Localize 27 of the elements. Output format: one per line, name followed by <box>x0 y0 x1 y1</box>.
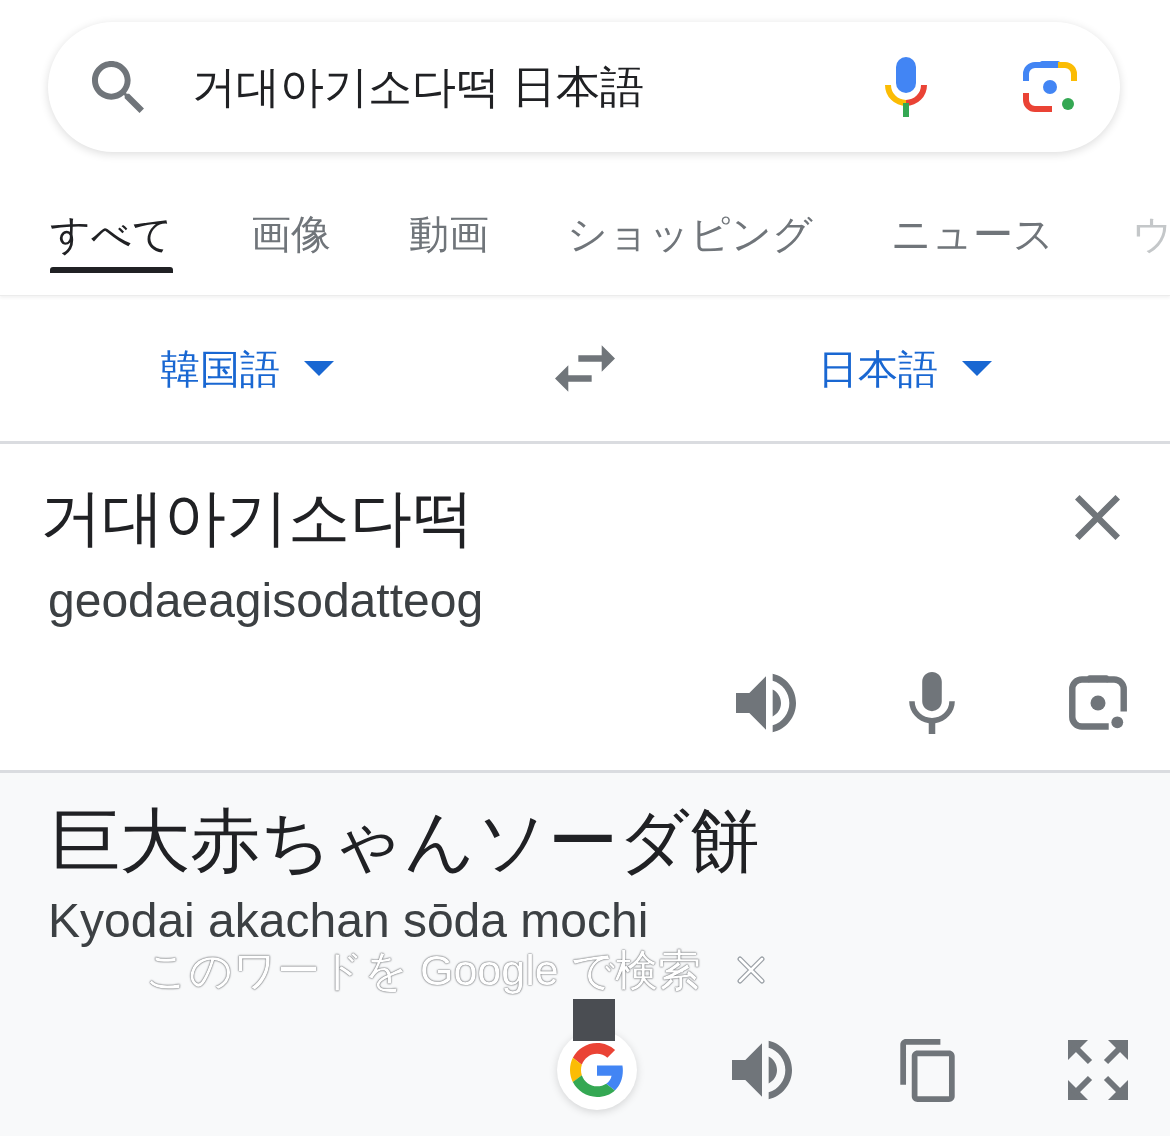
fullscreen-icon[interactable] <box>1068 1040 1128 1100</box>
source-text: 거대아기소다떡 <box>40 482 474 554</box>
search-icon[interactable] <box>92 61 144 113</box>
camera-icon[interactable] <box>1068 673 1128 733</box>
tab[interactable]: ニュース <box>887 210 1058 273</box>
tab[interactable]: 画像 <box>247 210 335 273</box>
mic-icon[interactable] <box>884 57 928 117</box>
copy-icon[interactable] <box>900 1038 955 1102</box>
romanization-text: geodaeagisodatteog <box>48 574 484 627</box>
caret-icon <box>962 361 992 376</box>
mic-icon[interactable] <box>909 672 955 734</box>
source-language-button[interactable]: 韓国語 <box>160 344 334 393</box>
tab[interactable]: 動画 <box>405 210 493 273</box>
tab[interactable]: ショッピング <box>563 210 817 273</box>
square-icon <box>573 999 615 1041</box>
g-logo-icon <box>570 1043 624 1097</box>
target-language-button[interactable]: 日本語 <box>818 344 992 393</box>
camera-icon[interactable] <box>1022 59 1078 115</box>
caret-icon <box>304 361 334 376</box>
close-icon[interactable] <box>1075 495 1120 540</box>
tab[interactable]: すべて <box>46 210 177 273</box>
speaker-icon[interactable] <box>732 1040 792 1100</box>
swap-icon[interactable] <box>555 345 615 392</box>
translation-text: 巨大赤ちゃんソーダ餅 <box>50 802 760 880</box>
speaker-icon[interactable] <box>736 673 796 733</box>
search-field[interactable]: 거대아기소다떡 日本語 <box>192 62 645 111</box>
romanization-text: Kyodai akachan sōda mochi <box>48 894 649 947</box>
